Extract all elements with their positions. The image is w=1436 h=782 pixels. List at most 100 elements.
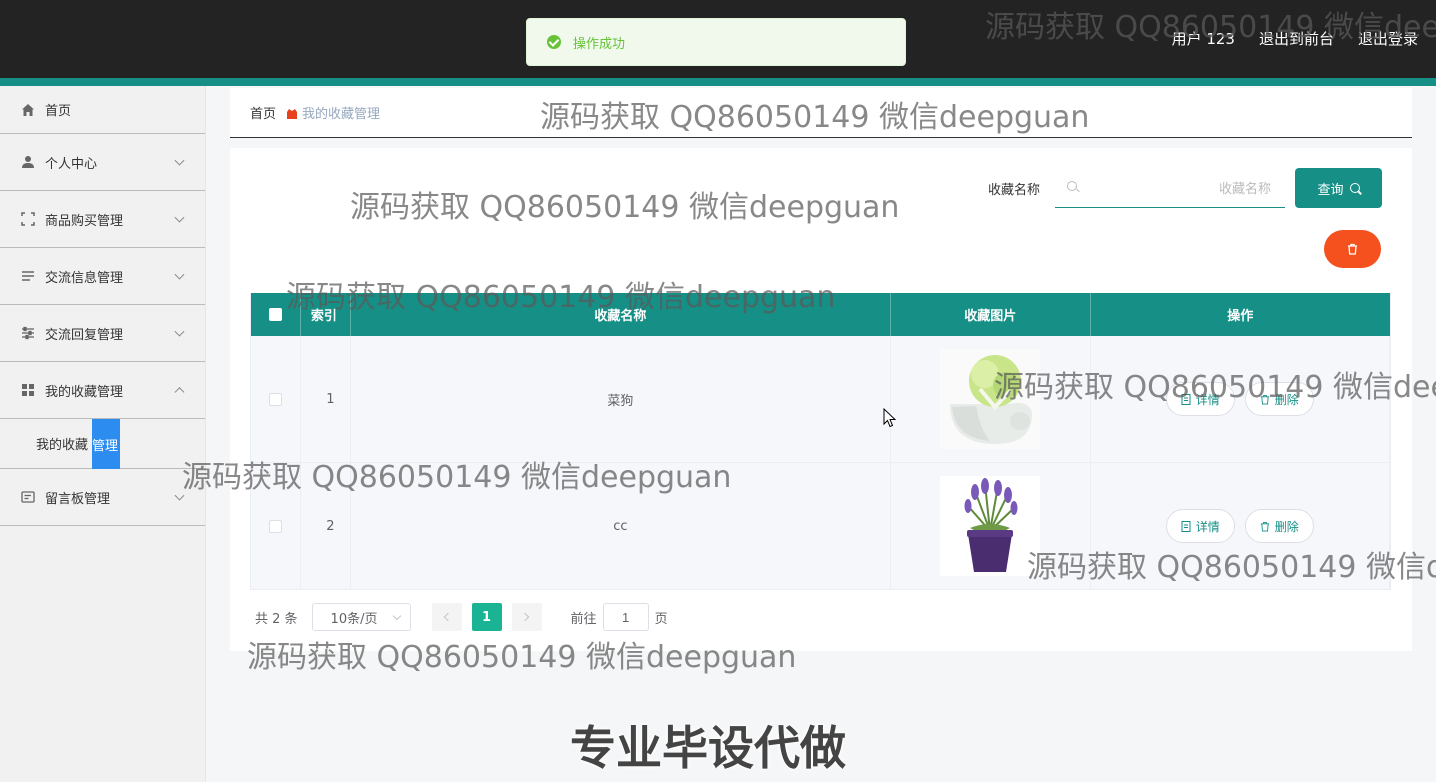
sidebar-item-message-board[interactable]: 留言板管理 [0, 469, 205, 526]
logout-link[interactable]: 退出登录 [1358, 28, 1418, 50]
query-button-label: 查询 [1317, 182, 1344, 198]
page-jump: 前往 页 [571, 603, 668, 631]
search-box [1055, 168, 1285, 208]
row-image-cell [891, 336, 1091, 462]
chevron-left-icon [443, 612, 453, 622]
delete-button-label: 删除 [1274, 392, 1299, 407]
sidebar-item-label: 交流信息管理 [45, 270, 124, 286]
sidebar-item-label: 首页 [45, 104, 72, 119]
board-icon [20, 489, 36, 505]
cabbage-dog-image [940, 349, 1041, 449]
table-row: 1 菜狗 详情 删除 [251, 336, 1390, 463]
success-toast: 操作成功 [526, 18, 906, 66]
submenu-label-highlighted: 管理 [92, 438, 119, 454]
pagination: 共 2 条 10条/页 1 前往 页 [255, 603, 668, 631]
chevron-down-icon [174, 326, 185, 337]
detail-button-label: 详情 [1195, 392, 1220, 407]
detail-button-label: 详情 [1195, 519, 1220, 534]
chevron-down-icon [174, 155, 185, 166]
delete-button[interactable]: 删除 [1244, 509, 1314, 543]
chevron-down-icon [174, 212, 185, 223]
submenu-item-my-favorites-manage[interactable]: 我的收藏 管理 [0, 419, 205, 469]
page-number-button[interactable]: 1 [471, 603, 502, 631]
row-name: cc [351, 463, 891, 589]
query-button[interactable]: 查询 [1295, 168, 1382, 208]
row-index: 1 [301, 336, 351, 462]
back-to-front-link[interactable]: 退出到前台 [1259, 28, 1334, 50]
sidebar-item-personal-center[interactable]: 个人中心 [0, 134, 205, 191]
row-name: 菜狗 [351, 336, 891, 462]
chevron-up-icon [174, 387, 185, 398]
lavender-pot-image [940, 476, 1041, 576]
delete-button[interactable]: 删除 [1244, 382, 1314, 416]
row-checkbox[interactable] [268, 519, 282, 533]
sidebar-item-label: 个人中心 [45, 156, 98, 172]
sidebar-item-label: 商品购买管理 [45, 213, 124, 229]
sidebar: 首页 个人中心 商品购买管理 交流信息管理 交流回复管理 我的收藏管理 我的收藏… [0, 86, 206, 782]
select-all-checkbox[interactable] [268, 308, 282, 321]
sidebar-item-home[interactable]: 首页 [0, 86, 205, 134]
row-checkbox[interactable] [268, 392, 282, 406]
table-header: 索引 收藏名称 收藏图片 操作 [251, 293, 1390, 336]
delete-button-label: 删除 [1274, 519, 1299, 534]
column-header-actions: 操作 [1227, 309, 1254, 324]
home-icon [20, 102, 36, 118]
breadcrumb-current: 我的收藏管理 [302, 107, 381, 122]
top-links: 用户 123 退出到前台 退出登录 [1172, 28, 1436, 50]
topbar-accent-line [0, 78, 1436, 86]
row-actions-cell: 详情 删除 [1091, 336, 1390, 462]
search-icon [1349, 183, 1360, 193]
user-label: 用户 123 [1171, 30, 1235, 48]
page-jump-input[interactable] [602, 603, 649, 631]
breadcrumb-separator-icon [286, 108, 298, 119]
sidebar-item-label: 我的收藏管理 [45, 384, 124, 400]
favorites-table: 索引 收藏名称 收藏图片 操作 1 菜狗 详情 删除 2 cc 详情 删除 [250, 293, 1391, 590]
search-label: 收藏名称 [988, 183, 1041, 198]
batch-delete-button[interactable] [1324, 230, 1381, 268]
trash-icon [1260, 394, 1269, 404]
trash-icon [1348, 243, 1357, 255]
main-panel: 收藏名称 查询 索引 收藏名称 收藏图片 操作 1 菜狗 [230, 148, 1412, 651]
sidebar-item-my-favorites[interactable]: 我的收藏管理 [0, 362, 205, 419]
breadcrumb: 首页 我的收藏管理 [230, 88, 1412, 138]
row-select-cell [251, 463, 301, 589]
next-page-button[interactable] [511, 603, 542, 631]
sidebar-item-exchange-reply[interactable]: 交流回复管理 [0, 305, 205, 362]
breadcrumb-home[interactable]: 首页 [250, 103, 276, 122]
sidebar-item-exchange-info[interactable]: 交流信息管理 [0, 248, 205, 305]
search-icon [1067, 181, 1077, 191]
detail-button[interactable]: 详情 [1165, 509, 1235, 543]
chevron-down-icon [392, 611, 401, 621]
pagination-total: 共 2 条 [255, 611, 298, 627]
page-size-select[interactable]: 10条/页 [311, 603, 411, 631]
row-select-cell [251, 336, 301, 462]
column-header-index: 索引 [301, 293, 351, 336]
document-icon [1181, 393, 1191, 405]
chevron-right-icon [520, 612, 530, 622]
header-select-all-cell [251, 293, 301, 336]
sidebar-item-label: 交流回复管理 [45, 327, 124, 343]
prev-page-button[interactable] [431, 603, 462, 631]
row-index: 2 [301, 463, 351, 589]
sidebar-item-purchase[interactable]: 商品购买管理 [0, 191, 205, 248]
column-header-image: 收藏图片 [891, 293, 1091, 336]
detail-button[interactable]: 详情 [1165, 382, 1235, 416]
page-jump-prefix: 前往 [570, 611, 597, 627]
submenu-label: 我的收藏 [36, 438, 89, 453]
scan-icon [20, 211, 36, 227]
row-image-cell [891, 463, 1091, 589]
list-icon [20, 268, 36, 284]
page-size-value: 10条/页 [330, 611, 378, 627]
promo-banner: 专业毕设代做 [570, 721, 846, 775]
table-row: 2 cc 详情 删除 [251, 463, 1390, 590]
user-icon [20, 154, 36, 170]
sliders-icon [20, 325, 36, 341]
document-icon [1181, 520, 1191, 532]
chevron-down-icon [174, 490, 185, 501]
check-circle-icon [547, 35, 561, 49]
chevron-down-icon [174, 269, 185, 280]
page-jump-suffix: 页 [654, 611, 668, 627]
search-input[interactable] [1085, 168, 1271, 208]
trash-icon [1260, 521, 1269, 531]
row-actions-cell: 详情 删除 [1091, 463, 1390, 589]
